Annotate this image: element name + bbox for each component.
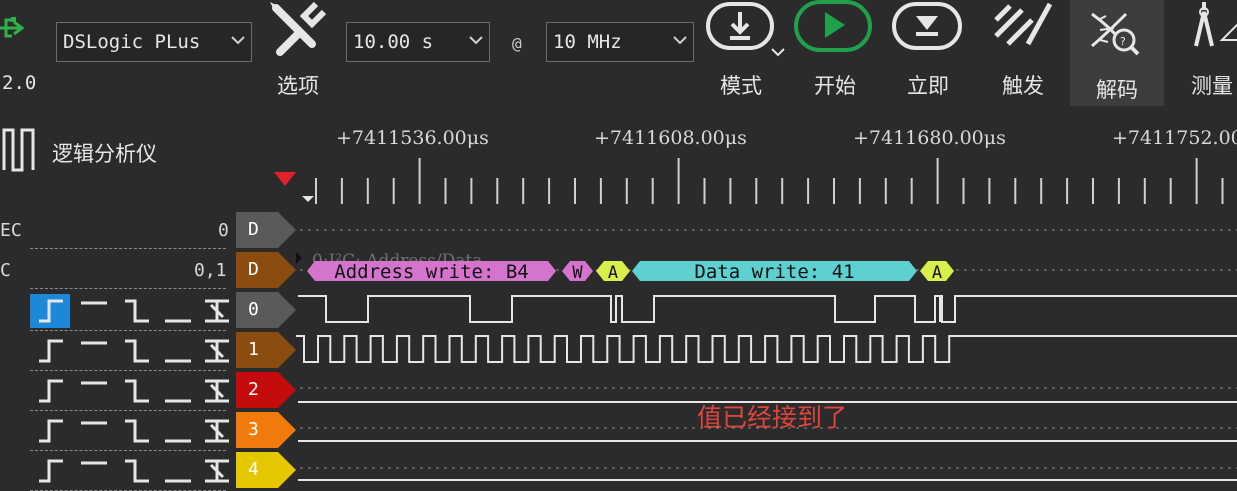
ruler-time-label: +7411608.00μs (594, 127, 747, 149)
decoder-expand-icon (296, 252, 302, 264)
waveform-canvas[interactable]: +7411536.00μs +7411608.00μs +7411680.00μs +… (0, 0, 1237, 482)
decode-address-block-text: Address write: B4 (334, 261, 528, 283)
decode-ack-block-text: A (608, 263, 618, 283)
channel0-waveform (298, 295, 1237, 323)
ruler-time-label: +7411680.00μs (853, 127, 1006, 149)
decode-rw-block-text: W (572, 263, 583, 283)
channel1-waveform (296, 335, 1237, 363)
annotation-note: 值已经接到了 (697, 403, 848, 432)
ruler-time-label: +7411752.00 (1112, 127, 1237, 149)
decode-data-block-text: Data write: 41 (694, 261, 854, 283)
ruler-time-label: +7411536.00μs (336, 127, 489, 149)
trigger-marker-icon (274, 172, 296, 186)
cursor-marker-icon (302, 196, 314, 202)
decode-ack-block-text: A (932, 263, 942, 283)
